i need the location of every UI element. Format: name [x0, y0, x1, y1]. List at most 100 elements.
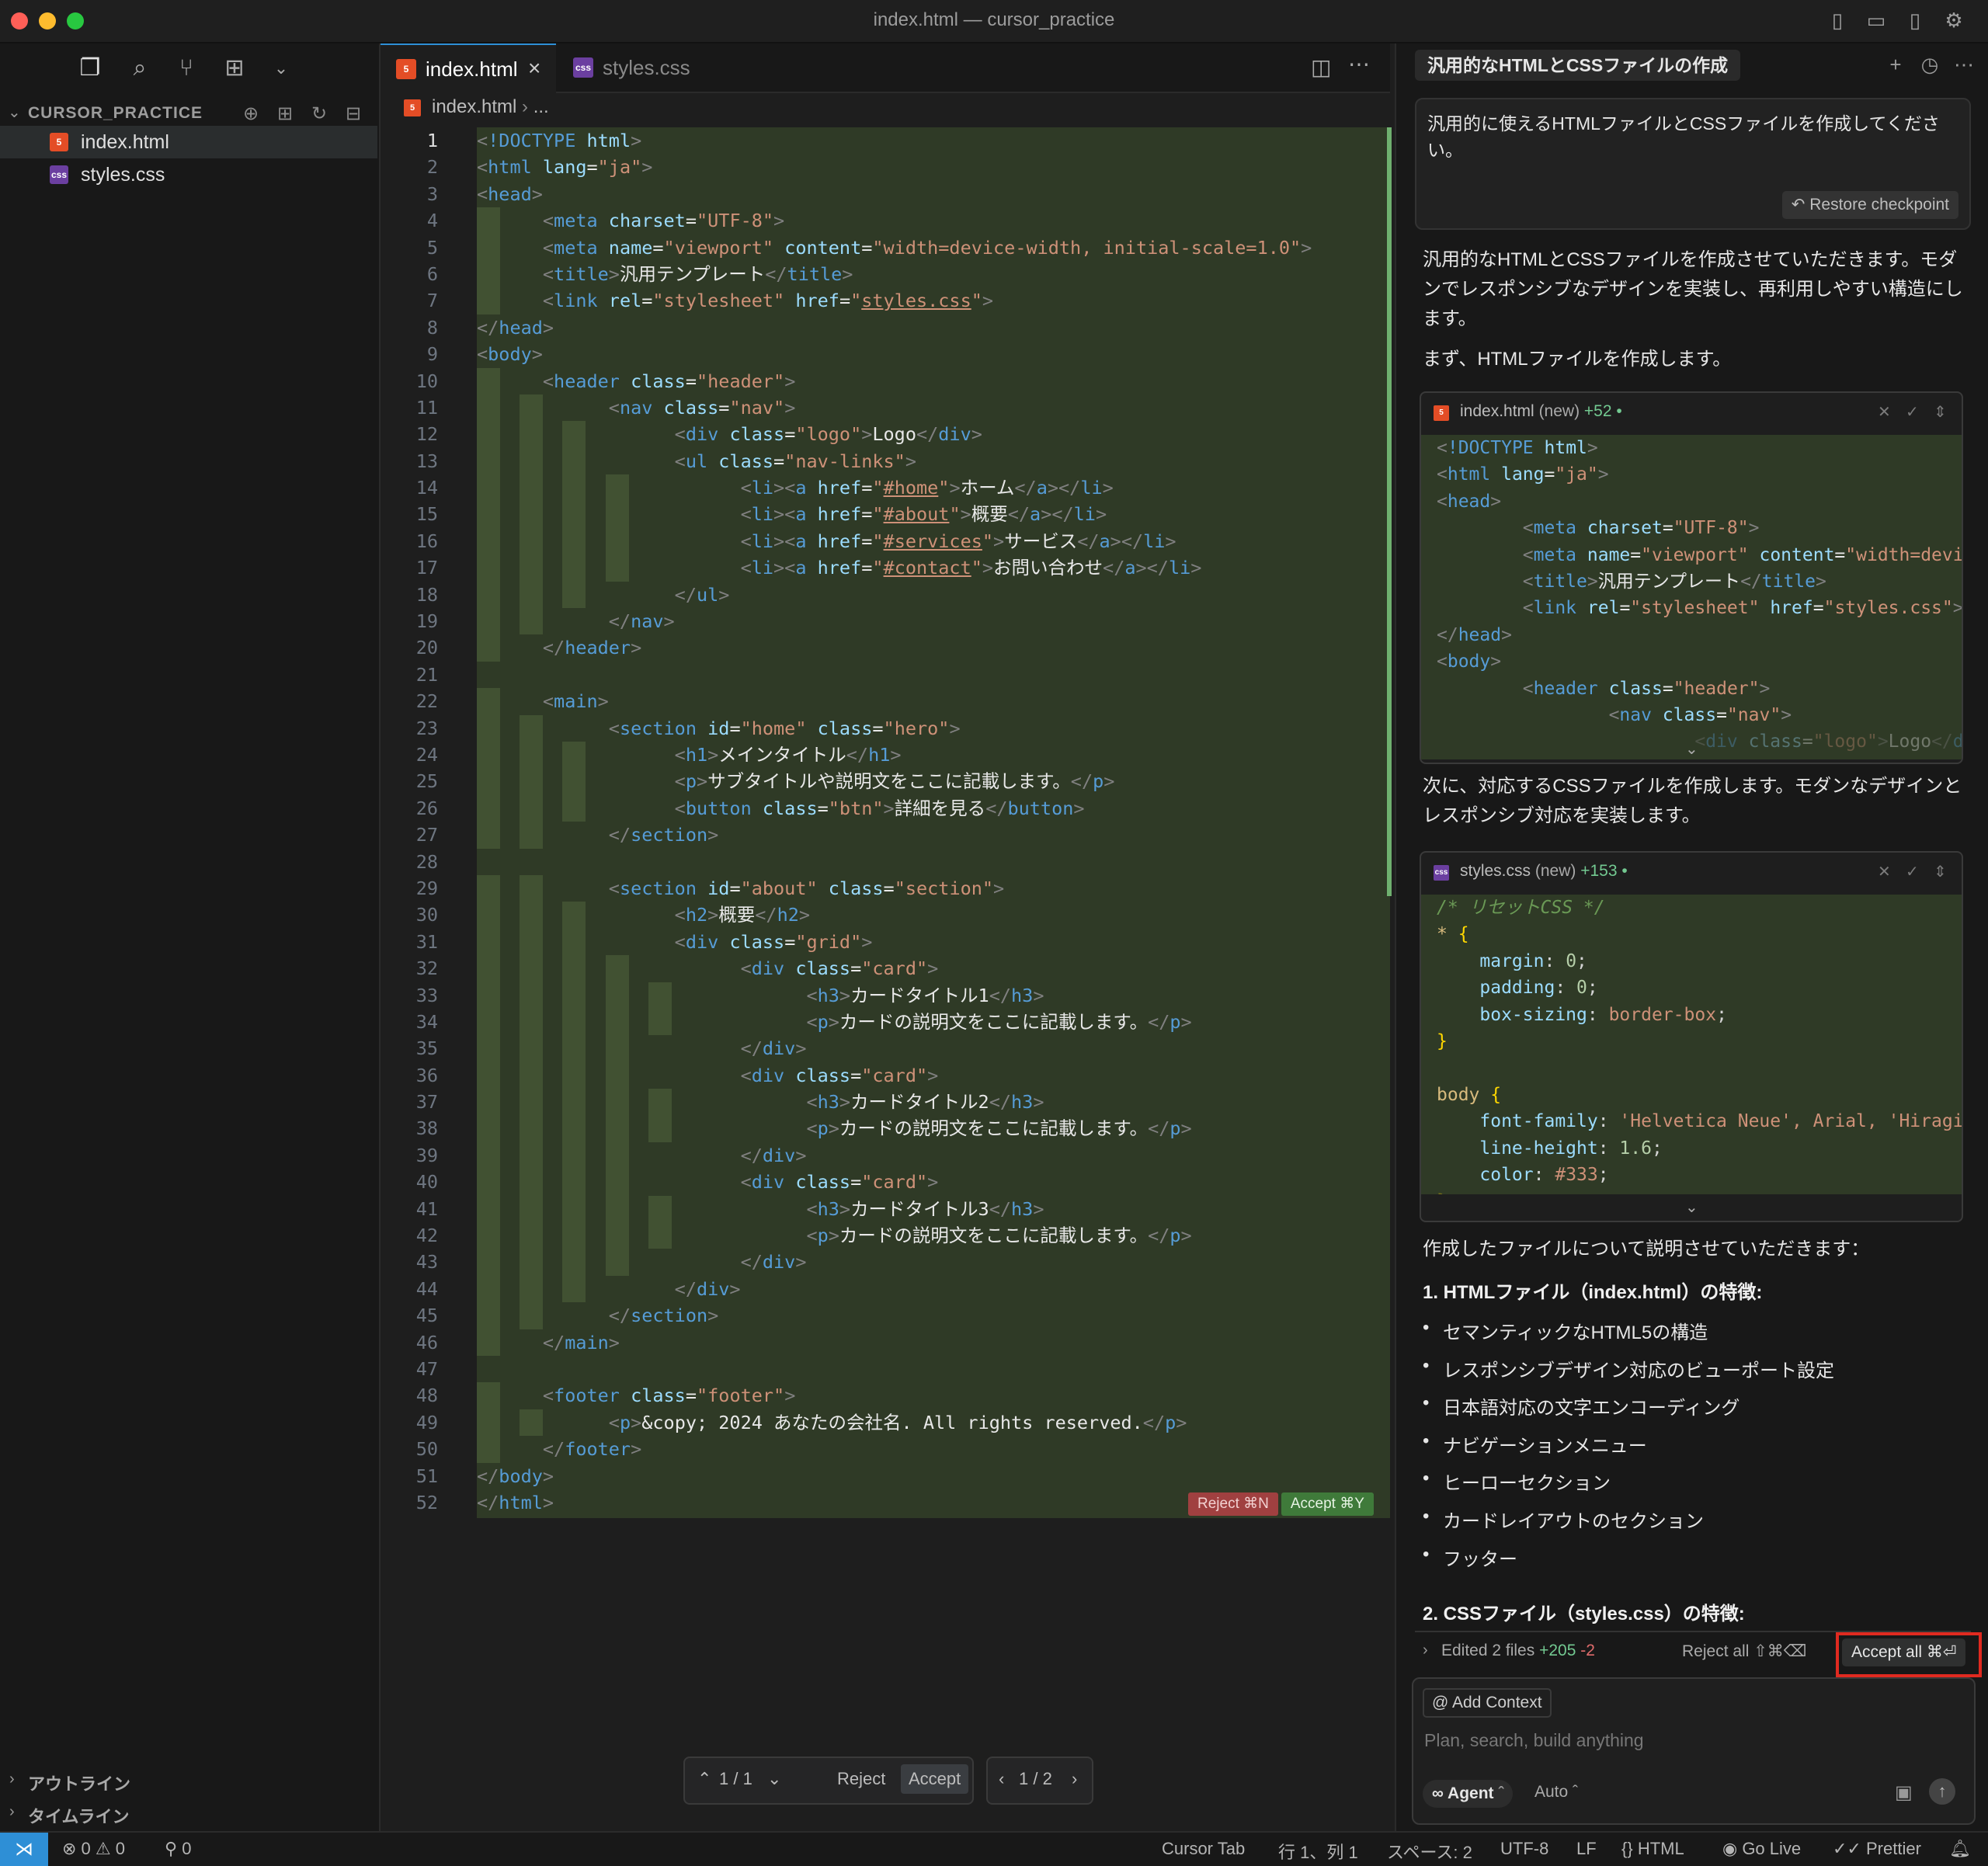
tab-index-html[interactable]: 5 index.html × — [381, 43, 556, 93]
inline-accept-button[interactable]: Accept ⌘Y — [1281, 1492, 1374, 1516]
cursor-tab-status[interactable]: Cursor Tab — [1162, 1839, 1245, 1859]
code-card-styles-css[interactable]: css styles.css (new) +153 • ✕ ✓ ⇕ /* リセッ… — [1420, 851, 1963, 1222]
image-upload-icon[interactable]: ▣ — [1895, 1781, 1913, 1804]
chevron-right-icon[interactable]: › — [1072, 1769, 1077, 1789]
code-editor[interactable]: 1 <!DOCTYPE html> 2 <html lang="ja"> 3 <head>… — [381, 124, 1390, 1518]
reject-x-icon[interactable]: ✕ — [1878, 402, 1891, 422]
code-text: </ul> — [674, 583, 730, 606]
tab-styles-css[interactable]: css styles.css — [558, 43, 705, 92]
more-icon[interactable]: ⋯ — [1952, 53, 1976, 76]
encoding-status[interactable]: UTF-8 — [1500, 1839, 1548, 1859]
explorer-files-icon[interactable]: ❐ — [76, 54, 104, 82]
search-icon[interactable]: ⌕ — [126, 54, 154, 82]
language-mode[interactable]: {} HTML — [1621, 1839, 1684, 1859]
settings-gear-icon[interactable]: ⚙ — [1943, 9, 1965, 31]
timeline-section[interactable]: › タイムライン — [0, 1798, 377, 1830]
chat-title-tab[interactable]: 汎用的なHTMLとCSSファイルの作成 — [1415, 50, 1741, 81]
inline-reject-button[interactable]: Reject ⌘N — [1188, 1492, 1278, 1516]
diff-reject-button[interactable]: Reject — [837, 1769, 885, 1789]
split-editor-icon[interactable]: ◫ — [1311, 54, 1331, 80]
line-number: 23 — [415, 717, 438, 739]
new-folder-icon[interactable]: ⊞ — [273, 103, 297, 126]
css-file-icon: css — [1434, 865, 1449, 881]
chevron-down-icon[interactable]: ⌄ — [767, 1769, 781, 1789]
problems-indicator[interactable]: ⊗ 0 ⚠ 0 — [62, 1839, 125, 1859]
chevron-up-icon[interactable]: ⌃ — [697, 1769, 711, 1789]
html-file-icon: 5 — [404, 99, 421, 116]
refresh-icon[interactable]: ↻ — [308, 103, 331, 126]
chat-input[interactable] — [1423, 1724, 1962, 1757]
model-selector[interactable]: Auto ˆ — [1534, 1783, 1578, 1802]
toggle-panel-icon[interactable]: ▭ — [1865, 9, 1887, 31]
file-item-index-html[interactable]: 5 index.html — [0, 126, 377, 158]
explorer-header[interactable]: ⌄ CURSOR_PRACTICE ⊕ ⊞ ↻ ⊟ — [8, 98, 373, 129]
add-context-button[interactable]: @ Add Context — [1423, 1688, 1552, 1718]
feature-text: フッター — [1443, 1548, 1517, 1570]
breadcrumb-symbol[interactable]: ... — [533, 96, 549, 117]
chevron-right-icon[interactable]: › — [1423, 1642, 1428, 1659]
prettier-label: Prettier — [1865, 1839, 1921, 1858]
line-number: 13 — [415, 450, 438, 472]
code-line: 38 <p>カードの説明文をここに記載します。</p> — [381, 1115, 1390, 1142]
close-tab-icon[interactable]: × — [528, 56, 540, 81]
chevron-left-icon[interactable]: ‹ — [999, 1769, 1004, 1789]
remote-connection-icon[interactable]: ⋊ — [0, 1833, 48, 1866]
outline-section[interactable]: › アウトライン — [0, 1766, 377, 1797]
agent-mode-button[interactable]: ∞ Agent ˆ — [1423, 1780, 1514, 1808]
code-text: <li><a href="#home">ホーム</a></li> — [740, 477, 1114, 499]
line-number: 46 — [415, 1331, 438, 1353]
feature-text: ヒーローセクション — [1443, 1473, 1611, 1495]
restore-checkpoint-button[interactable]: ↶ Restore checkpoint — [1781, 191, 1958, 219]
code-text: </header> — [542, 637, 642, 659]
eol-status[interactable]: LF — [1576, 1839, 1597, 1859]
line-number: 18 — [415, 583, 438, 606]
accept-check-icon[interactable]: ✓ — [1906, 402, 1919, 422]
chevron-down-icon: ⌄ — [8, 104, 21, 121]
extensions-icon[interactable]: ⊞ — [221, 54, 248, 82]
expand-icon[interactable]: ⇕ — [1934, 862, 1947, 881]
user-message[interactable]: 汎用的に使えるHTMLファイルとCSSファイルを作成してください。 ↶ Rest… — [1415, 98, 1971, 230]
collapse-all-icon[interactable]: ⊟ — [342, 103, 365, 126]
ports-indicator[interactable]: ⚲ 0 — [165, 1839, 191, 1859]
card-code-line: <meta charset="UTF-8"> — [1522, 518, 1760, 539]
file-item-styles-css[interactable]: css styles.css — [0, 158, 377, 191]
chevron-down-icon[interactable]: ⌄ — [1685, 739, 1698, 759]
html-file-icon: 5 — [1434, 405, 1449, 421]
expand-icon[interactable]: ⇕ — [1934, 402, 1947, 422]
new-file-icon[interactable]: ⊕ — [239, 103, 262, 126]
code-text: <li><a href="#contact">お問い合わせ</a></li> — [740, 557, 1202, 579]
toggle-secondary-sidebar-icon[interactable]: ▯ — [1904, 9, 1926, 31]
accept-check-icon[interactable]: ✓ — [1906, 862, 1919, 881]
history-icon[interactable]: ◷ — [1918, 53, 1941, 76]
code-line: 5 <meta name="viewport" content="width=d… — [381, 234, 1390, 261]
card-code-line: line-height: 1.6; — [1479, 1138, 1663, 1159]
toggle-sidebar-icon[interactable]: ▯ — [1826, 9, 1848, 31]
errors-count: 0 — [81, 1839, 91, 1858]
code-card-index-html[interactable]: 5 index.html (new) +52 • ✕ ✓ ⇕ <!DOCTYPE… — [1420, 391, 1963, 764]
code-line: 22 <main> — [381, 688, 1390, 715]
notifications-bell-icon[interactable]: 🔔︎ — [1949, 1839, 1971, 1859]
reject-all-button[interactable]: Reject all ⇧⌘⌫ — [1682, 1642, 1807, 1661]
line-number: 27 — [415, 824, 438, 846]
card-code-line: margin: 0; — [1479, 950, 1587, 971]
line-number: 12 — [415, 423, 438, 446]
more-actions-icon[interactable]: ⋯ — [1348, 51, 1370, 77]
chevron-down-icon[interactable]: ⌄ — [1685, 1197, 1698, 1217]
new-chat-plus-icon[interactable]: + — [1884, 53, 1907, 76]
tab-label: index.html — [426, 57, 518, 81]
cursor-position[interactable]: 行 1、列 1 — [1278, 1839, 1358, 1864]
reject-x-icon[interactable]: ✕ — [1878, 862, 1891, 881]
prettier-status[interactable]: ✓✓ Prettier — [1833, 1839, 1921, 1859]
send-arrow-icon[interactable]: ↑ — [1929, 1778, 1955, 1805]
edited-files-summary[interactable]: Edited 2 files +205 -2 — [1441, 1642, 1595, 1660]
code-line: 36 <div class="card"> — [381, 1062, 1390, 1089]
line-number: 28 — [415, 850, 438, 873]
source-control-icon[interactable]: ⑂ — [172, 54, 200, 82]
go-live-button[interactable]: ◉ Go Live — [1722, 1839, 1801, 1859]
diff-accept-button[interactable]: Accept — [901, 1764, 969, 1794]
breadcrumb-file[interactable]: index.html — [432, 96, 516, 117]
chat-composer: @ Add Context ∞ Agent ˆ Auto ˆ ▣ ↑ — [1412, 1677, 1976, 1825]
more-views-chevron-down-icon[interactable]: ⌄ — [267, 54, 295, 82]
css-file-icon: css — [573, 57, 593, 78]
indentation-status[interactable]: スペース: 2 — [1387, 1839, 1472, 1864]
